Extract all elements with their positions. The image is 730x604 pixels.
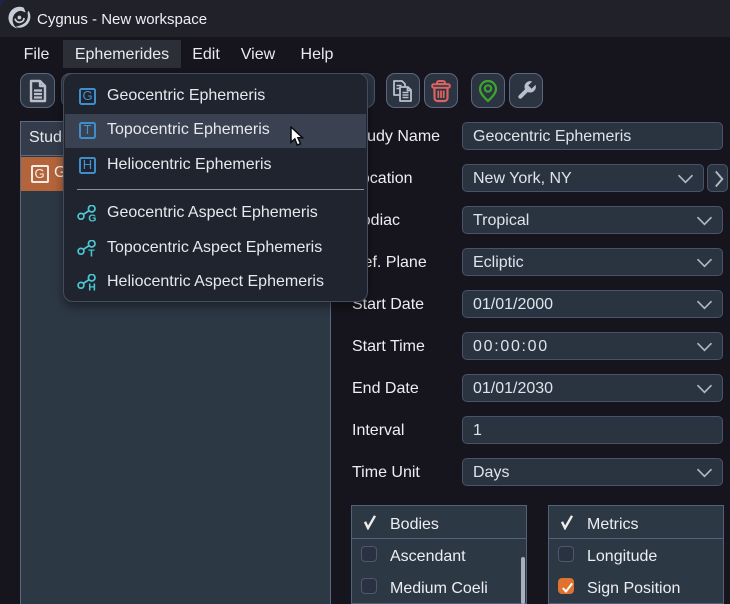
svg-text:T: T (88, 247, 95, 259)
svg-text:G: G (88, 213, 96, 225)
svg-text:H: H (88, 282, 96, 294)
